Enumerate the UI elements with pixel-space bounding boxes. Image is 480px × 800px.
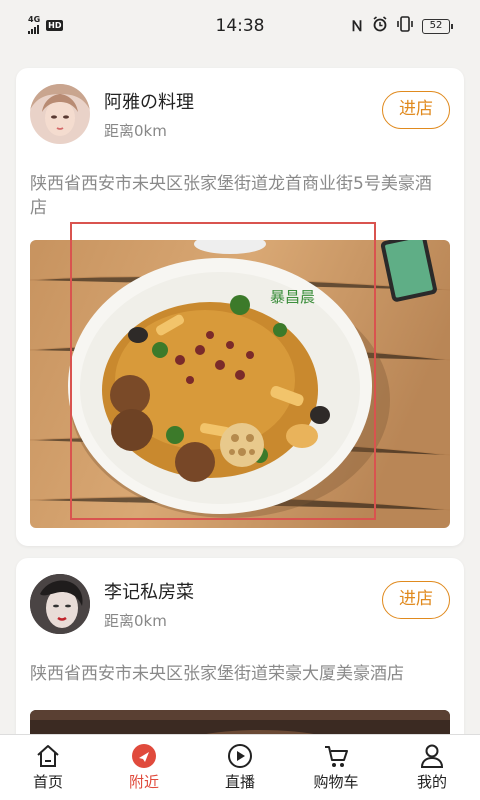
alarm-icon	[372, 16, 388, 36]
bottom-navigation: 首页 附近 直播 购物车 我的	[0, 734, 480, 800]
shop-name[interactable]: 阿雅の料理	[104, 88, 194, 114]
enter-shop-button[interactable]: 进店	[382, 91, 450, 129]
nav-profile-label: 我的	[416, 773, 447, 791]
nav-profile[interactable]: 我的	[384, 735, 480, 800]
nav-home[interactable]: 首页	[0, 735, 96, 800]
nav-cart[interactable]: 购物车	[288, 735, 384, 800]
profile-icon	[420, 744, 444, 768]
nav-nearby-label: 附近	[128, 773, 159, 791]
nav-live-label: 直播	[224, 773, 255, 791]
shop-address: 陕西省西安市未央区张家堡街道龙首商业街5号美豪酒店	[30, 174, 432, 218]
nav-nearby[interactable]: 附近	[96, 735, 192, 800]
nav-live[interactable]: 直播	[192, 735, 288, 800]
live-play-icon	[228, 744, 252, 768]
battery-level: 52	[429, 19, 443, 31]
enter-shop-button[interactable]: 进店	[382, 581, 450, 619]
shop-card[interactable]: 李记私房菜 距离0km 进店 陕西省西安市未央区张家堡街道荣豪大厦美豪酒店	[16, 558, 464, 758]
shop-avatar	[30, 574, 90, 634]
nav-cart-label: 购物车	[313, 773, 359, 791]
status-right: Ｎ 52	[350, 16, 453, 36]
shop-distance: 距离0km	[104, 612, 167, 630]
vibrate-icon	[396, 16, 414, 36]
nearby-icon	[132, 744, 156, 768]
shop-distance: 距离0km	[104, 122, 167, 140]
shop-name[interactable]: 李记私房菜	[104, 578, 194, 604]
home-icon	[37, 745, 59, 767]
shop-address: 陕西省西安市未央区张家堡街道荣豪大厦美豪酒店	[30, 664, 404, 684]
nav-home-label: 首页	[32, 773, 63, 791]
nfc-icon: Ｎ	[350, 19, 364, 35]
cart-icon	[325, 746, 348, 767]
battery-icon: 52	[422, 18, 453, 34]
selection-highlight	[70, 222, 376, 520]
shop-avatar	[30, 84, 90, 144]
status-bar: 4G HD 14:38 Ｎ 52	[0, 0, 480, 52]
